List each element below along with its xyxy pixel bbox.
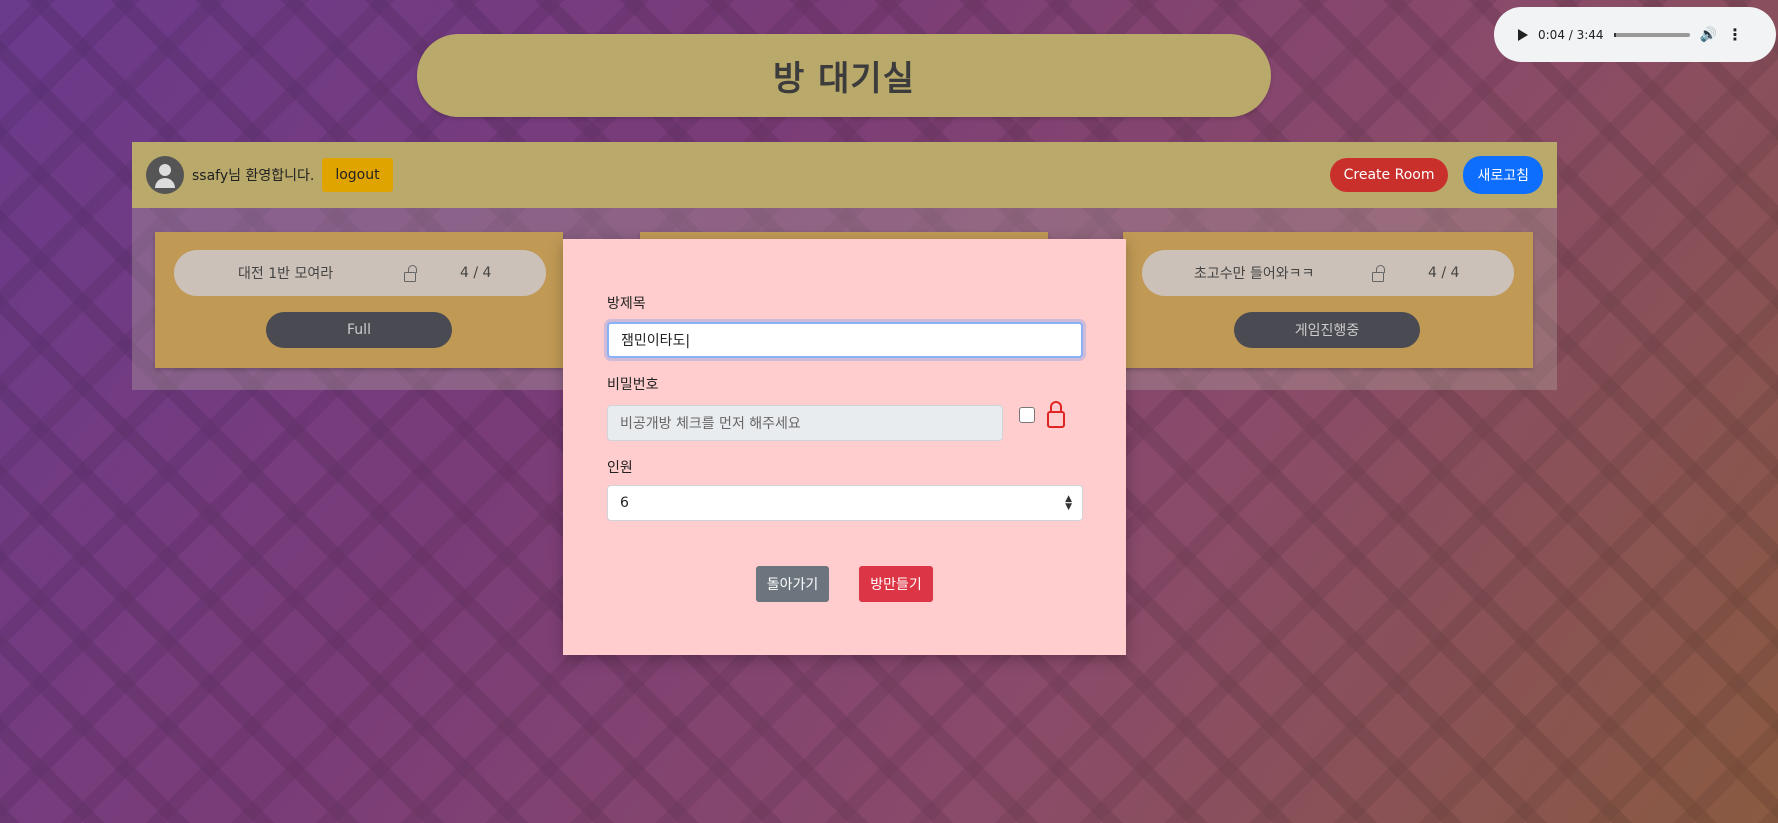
password-input[interactable]: 비공개방 체크를 먼저 해주세요 — [607, 405, 1003, 441]
lock-icon — [1047, 401, 1065, 428]
players-select[interactable]: 6 ▲ ▼ — [607, 485, 1083, 521]
players-value: 6 — [620, 495, 629, 511]
password-label: 비밀번호 — [607, 377, 659, 393]
select-arrows-icon: ▲ ▼ — [1065, 494, 1072, 512]
room-title-input[interactable]: 잼민이타도| — [607, 322, 1083, 358]
private-room-checkbox[interactable] — [1019, 407, 1035, 423]
back-button[interactable]: 돌아가기 — [756, 566, 829, 602]
players-label: 인원 — [607, 460, 633, 476]
create-room-modal: 방제목 잼민이타도| 비밀번호 비공개방 체크를 먼저 해주세요 인원 6 ▲ ▼… — [563, 239, 1126, 655]
make-room-button[interactable]: 방만들기 — [859, 566, 933, 602]
room-title-label: 방제목 — [607, 296, 646, 312]
